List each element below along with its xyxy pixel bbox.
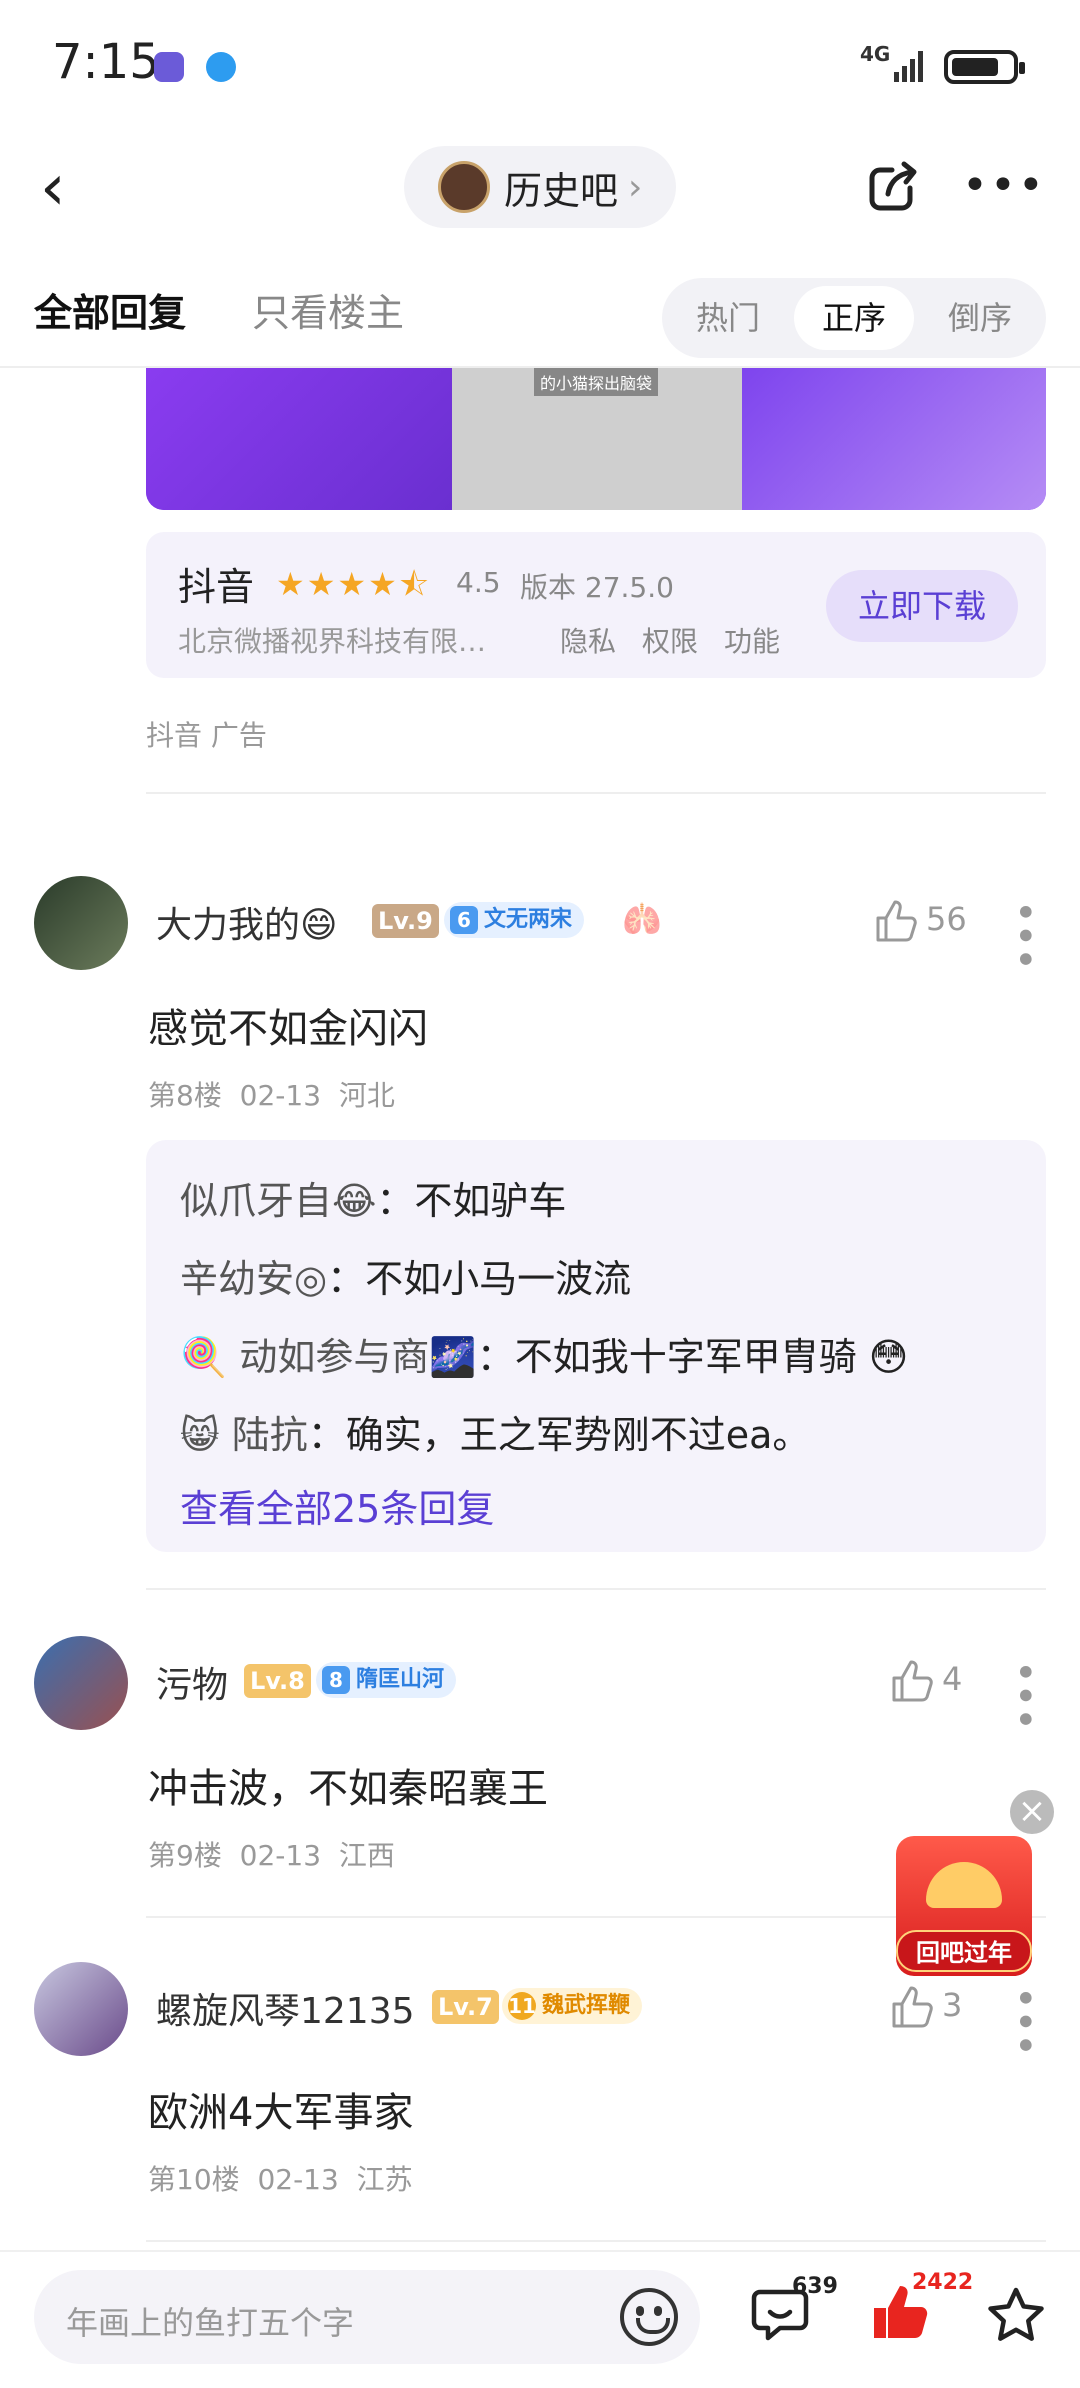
- like-icon[interactable]: [890, 1658, 936, 1704]
- divider: [146, 1588, 1046, 1590]
- sub-replies[interactable]: 似爪牙自😂：不如驴车 辛幼安◎：不如小马一波流 🍭 动如参与商🌌：不如我十字军甲…: [146, 1140, 1046, 1552]
- comment-meta: 第10楼 02-13 江苏: [148, 2163, 413, 2196]
- close-icon[interactable]: ×: [1010, 1790, 1054, 1834]
- ad-banner-image[interactable]: 的小猫探出脑袋: [146, 368, 1046, 510]
- ad-image-caption: 的小猫探出脑袋: [534, 368, 659, 396]
- badge-text: 文无两宋: [484, 907, 573, 932]
- chevron-right-icon: ›: [628, 166, 643, 208]
- forum-name: 历史吧: [504, 168, 619, 213]
- level-badge: Lv.7: [432, 1990, 499, 2024]
- honor-badge: 11 魏武挥鞭: [502, 1988, 643, 2024]
- honor-badge: 8 隋匡山河: [316, 1662, 457, 1698]
- comment-username[interactable]: 大力我的😄: [156, 896, 338, 948]
- ad-permission-link[interactable]: 权限: [642, 620, 698, 660]
- ad-app-name: 抖音: [178, 565, 255, 609]
- forum-logo-icon: [438, 161, 490, 213]
- app-notification-icon: [206, 52, 236, 82]
- badge-text: 魏武挥鞭: [542, 1993, 631, 2018]
- ad-privacy-link[interactable]: 隐私: [560, 620, 616, 660]
- comment-more-icon[interactable]: •••: [1001, 1986, 1047, 2057]
- tieba-notification-icon: [154, 52, 184, 82]
- avatar[interactable]: [34, 1962, 128, 2056]
- badge-text: 隋匡山河: [356, 1667, 445, 1692]
- status-time: 7:15: [52, 34, 160, 90]
- battery-icon: [944, 50, 1025, 84]
- emoji-icon[interactable]: [620, 2288, 678, 2346]
- avatar[interactable]: [34, 1636, 128, 1730]
- comment-username[interactable]: 污物: [156, 1656, 228, 1708]
- ad-rating: 4.5: [456, 566, 501, 599]
- honor-badge: 6 文无两宋: [444, 902, 585, 938]
- sub-reply[interactable]: 😸 陆抗：确实，王之军势刚不过ea。: [180, 1404, 810, 1459]
- like-icon[interactable]: [874, 898, 920, 944]
- comment-more-icon[interactable]: •••: [1001, 1660, 1047, 1731]
- ad-feature-link[interactable]: 功能: [724, 620, 780, 660]
- sub-reply[interactable]: 似爪牙自😂：不如驴车: [180, 1170, 566, 1225]
- ad-company: 北京微播视界科技有限…: [178, 625, 487, 658]
- sort-hot[interactable]: 热门: [668, 286, 788, 350]
- download-button[interactable]: 立即下载: [826, 570, 1018, 642]
- like-count: 4: [942, 1660, 963, 1698]
- badge-number: 11: [508, 1992, 536, 2020]
- sort-segmented-control: 热门 正序 倒序: [662, 278, 1046, 358]
- back-button[interactable]: ‹: [40, 148, 100, 228]
- ad-tag: 抖音 广告: [146, 719, 267, 752]
- red-packet-label[interactable]: 回吧过年: [896, 1930, 1032, 1972]
- level-badge: Lv.9: [372, 904, 439, 938]
- like-total: 2422: [912, 2270, 974, 2295]
- comment-text: 欧洲4大军事家: [148, 2090, 414, 2136]
- comment-more-icon[interactable]: •••: [1001, 900, 1047, 971]
- tab-all-replies[interactable]: 全部回复: [34, 282, 186, 337]
- network-type: 4G: [860, 42, 891, 66]
- divider: [146, 2240, 1046, 2242]
- comment-text: 冲击波，不如秦昭襄王: [148, 1766, 548, 1812]
- sub-reply[interactable]: 辛幼安◎：不如小马一波流: [180, 1248, 631, 1303]
- comment-text: 感觉不如金闪闪: [148, 1006, 428, 1052]
- ad-version: 版本 27.5.0: [520, 571, 674, 604]
- comment-username[interactable]: 螺旋风琴12135: [156, 1982, 415, 2034]
- reply-input-placeholder: 年画上的鱼打五个字: [66, 2304, 355, 2342]
- avatar[interactable]: [34, 876, 128, 970]
- comment-meta: 第8楼 02-13 河北: [148, 1079, 395, 1112]
- sort-descending[interactable]: 倒序: [920, 286, 1040, 350]
- rating-stars-icon: ★★★★⯪: [276, 565, 432, 603]
- like-icon[interactable]: [890, 1984, 936, 2030]
- like-count: 56: [926, 900, 967, 938]
- tab-owner-only[interactable]: 只看楼主: [252, 282, 404, 337]
- sort-ascending[interactable]: 正序: [794, 286, 914, 350]
- comment-meta: 第9楼 02-13 江西: [148, 1839, 395, 1872]
- forum-entry[interactable]: 历史吧 ›: [404, 146, 676, 228]
- share-icon[interactable]: [866, 158, 922, 214]
- divider: [146, 792, 1046, 794]
- level-badge: Lv.8: [244, 1664, 311, 1698]
- like-count: 3: [942, 1986, 963, 2024]
- sub-reply[interactable]: 🍭 动如参与商🌌：不如我十字军甲胄骑 😳: [180, 1326, 908, 1381]
- comment-count: 639: [792, 2274, 838, 2299]
- signal-icon: [894, 51, 923, 82]
- lungs-decoration-icon: 🫁: [622, 900, 662, 938]
- badge-number: 6: [450, 906, 478, 934]
- star-icon[interactable]: [984, 2284, 1048, 2348]
- view-all-replies-link[interactable]: 查看全部25条回复: [180, 1478, 494, 1533]
- more-icon[interactable]: •••: [962, 160, 1046, 211]
- badge-number: 8: [322, 1666, 350, 1694]
